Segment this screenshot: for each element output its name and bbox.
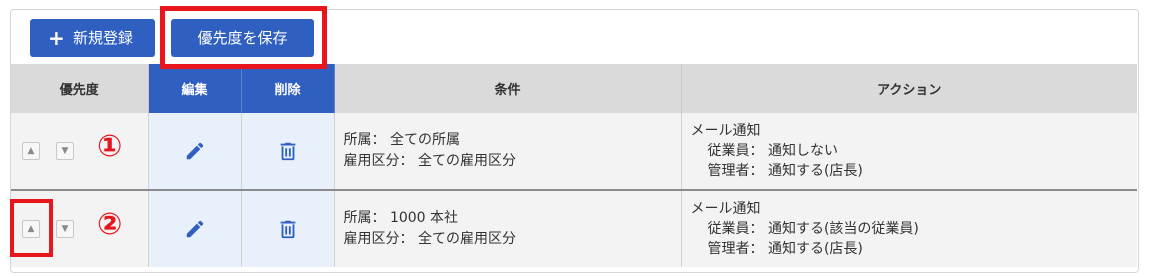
condition-employment: 雇用区分： 全ての雇用区分 bbox=[343, 231, 516, 247]
header-delete: 削除 bbox=[241, 64, 335, 113]
condition-affiliation: 所属： 1000 本社 bbox=[343, 210, 459, 226]
condition-affiliation: 所属： 全ての所属 bbox=[343, 132, 460, 148]
delete-cell bbox=[241, 189, 335, 267]
action-employee: 従業員： 通知する(該当の従業員) bbox=[707, 221, 919, 237]
action-cell: メール通知 従業員： 通知しない 管理者： 通知する(店長) bbox=[681, 113, 1137, 190]
row-marker: ② bbox=[97, 207, 123, 242]
chevron-up-icon[interactable]: ▲ bbox=[22, 142, 40, 160]
header-condition: 条件 bbox=[334, 64, 682, 113]
new-register-button[interactable]: + 新規登録 bbox=[30, 19, 155, 57]
new-register-label: 新規登録 bbox=[73, 29, 134, 47]
table-header-row: 優先度 編集 削除 条件 アクション bbox=[11, 64, 1137, 113]
action-title: メール通知 bbox=[690, 123, 761, 139]
table-row: ▲ ▼ ② 所属： 1000 本社 雇用区分： 全ての雇用区分 メール通知 従業… bbox=[11, 189, 1137, 267]
condition-cell: 所属： 全ての所属 雇用区分： 全ての雇用区分 bbox=[334, 113, 682, 190]
up-arrow-highlight bbox=[10, 199, 53, 257]
chevron-down-icon[interactable]: ▼ bbox=[56, 220, 74, 238]
condition-employment: 雇用区分： 全ての雇用区分 bbox=[343, 153, 516, 169]
action-cell: メール通知 従業員： 通知する(該当の従業員) 管理者： 通知する(店長) bbox=[681, 189, 1137, 267]
action-manager: 管理者： 通知する(店長) bbox=[707, 241, 863, 257]
header-edit: 編集 bbox=[148, 64, 242, 113]
action-employee: 従業員： 通知しない bbox=[707, 143, 838, 159]
trash-icon[interactable] bbox=[242, 140, 334, 162]
header-priority: 優先度 bbox=[11, 64, 149, 113]
trash-icon[interactable] bbox=[242, 218, 334, 240]
row-marker: ① bbox=[97, 129, 123, 164]
delete-cell bbox=[241, 113, 335, 190]
priority-cell: ▲ ▼ ① bbox=[11, 113, 149, 190]
action-title: メール通知 bbox=[690, 201, 761, 217]
pencil-icon[interactable] bbox=[149, 140, 241, 162]
save-button-highlight bbox=[160, 6, 327, 69]
plus-icon: + bbox=[48, 26, 65, 50]
header-action: アクション bbox=[681, 64, 1137, 113]
action-manager: 管理者： 通知する(店長) bbox=[707, 163, 863, 179]
table-row: ▲ ▼ ① 所属： 全ての所属 雇用区分： 全ての雇用区分 メール通知 従業員：… bbox=[11, 113, 1137, 190]
chevron-down-icon[interactable]: ▼ bbox=[56, 142, 74, 160]
condition-cell: 所属： 1000 本社 雇用区分： 全ての雇用区分 bbox=[334, 189, 682, 267]
rules-table: 優先度 編集 削除 条件 アクション ▲ ▼ ① 所属： 全ての所属 雇用区分：… bbox=[11, 64, 1137, 267]
edit-cell bbox=[148, 189, 242, 267]
pencil-icon[interactable] bbox=[149, 218, 241, 240]
edit-cell bbox=[148, 113, 242, 190]
